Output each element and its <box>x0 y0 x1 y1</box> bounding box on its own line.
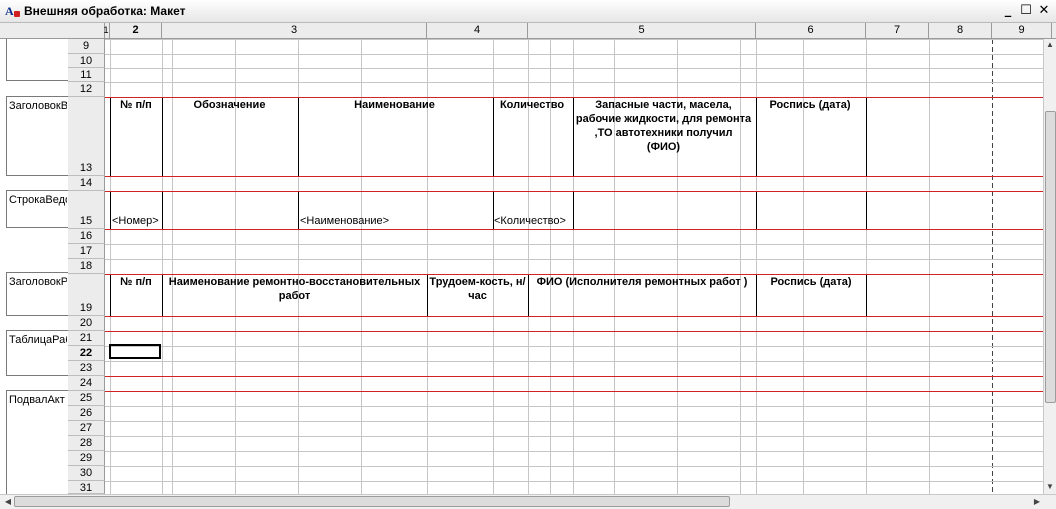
area-box-footer[interactable]: ПодвалАкт <box>6 390 68 494</box>
header2-labor[interactable]: Трудоем-кость, н/час <box>427 275 528 303</box>
row-header-11[interactable]: 11 <box>68 68 105 82</box>
scroll-left-icon[interactable]: ◀ <box>2 496 14 508</box>
vertical-scrollbar[interactable]: ▲ ▼ <box>1043 39 1056 494</box>
header1-name[interactable]: Наименование <box>297 98 492 112</box>
selected-cell[interactable] <box>109 344 161 359</box>
area-label-footer: ПодвалАкт <box>9 394 65 406</box>
vertical-scroll-thumb[interactable] <box>1045 111 1056 403</box>
area-label-header2: ЗаголовокР <box>9 276 67 288</box>
row-header-22[interactable]: 22 <box>68 346 105 361</box>
row15-name-placeholder[interactable]: <Наименование> <box>300 215 389 227</box>
row-header-23[interactable]: 23 <box>68 361 105 376</box>
column-header-1[interactable]: 1 <box>103 23 110 38</box>
row-header-26[interactable]: 26 <box>68 406 105 421</box>
row-header-31[interactable]: 31 <box>68 481 105 494</box>
scroll-right-icon[interactable]: ▶ <box>1031 496 1043 508</box>
row-header-19[interactable]: 19 <box>68 274 105 316</box>
header2-fio[interactable]: ФИО (Исполнителя ремонтных работ ) <box>528 275 756 289</box>
row-header-24[interactable]: 24 <box>68 376 105 391</box>
area-box-top <box>6 39 68 81</box>
column-header-3[interactable]: 3 <box>162 23 427 38</box>
row-header-30[interactable]: 30 <box>68 466 105 481</box>
row-header-21[interactable]: 21 <box>68 331 105 346</box>
horizontal-scrollbar[interactable]: ◀ ▶ <box>0 494 1056 509</box>
column-header-5[interactable]: 5 <box>528 23 756 38</box>
column-header: 1 2 3 4 5 6 7 8 9 <box>0 23 1056 39</box>
corner-cell[interactable] <box>0 23 105 38</box>
scroll-down-icon[interactable]: ▼ <box>1044 481 1056 493</box>
header1-qty[interactable]: Количество <box>492 98 572 112</box>
row-header-14[interactable]: 14 <box>68 176 105 191</box>
area-box-table[interactable]: ТаблицаРаб <box>6 330 68 376</box>
area-panel: ЗаголовокВ СтрокаВедо ЗаголовокР Таблица… <box>0 39 69 494</box>
spreadsheet-grid[interactable]: № п/п Обозначение Наименование Количеств… <box>105 39 1043 494</box>
maximize-button[interactable]: ☐ <box>1018 3 1034 19</box>
area-label-row: СтрокаВедо <box>9 194 67 206</box>
area-label-table: ТаблицаРаб <box>9 334 67 346</box>
row-header-16[interactable]: 16 <box>68 229 105 244</box>
row-header-28[interactable]: 28 <box>68 436 105 451</box>
column-header-9[interactable]: 9 <box>992 23 1052 38</box>
header1-parts[interactable]: Запасные части, масела, рабочие жидкости… <box>572 98 755 154</box>
minimize-button[interactable]: _ <box>1000 3 1016 19</box>
row15-num-placeholder[interactable]: <Номер> <box>112 215 159 227</box>
row-header-10[interactable]: 10 <box>68 54 105 68</box>
row-header-9[interactable]: 9 <box>68 39 105 54</box>
row-header-29[interactable]: 29 <box>68 451 105 466</box>
app-icon: A <box>5 4 20 18</box>
window-titlebar: A Внешняя обработка: Макет _ ☐ ✕ <box>0 0 1056 23</box>
column-header-7[interactable]: 7 <box>866 23 929 38</box>
header1-designation[interactable]: Обозначение <box>162 98 297 112</box>
column-header-2[interactable]: 2 <box>110 23 162 38</box>
column-header-6[interactable]: 6 <box>756 23 866 38</box>
scroll-up-icon[interactable]: ▲ <box>1044 39 1056 51</box>
area-box-header2[interactable]: ЗаголовокР <box>6 272 68 316</box>
window-title: Внешняя обработка: Макет <box>24 4 186 18</box>
row-header-12[interactable]: 12 <box>68 82 105 97</box>
row-header-27[interactable]: 27 <box>68 421 105 436</box>
row-header-15[interactable]: 15 <box>68 191 105 229</box>
header1-num[interactable]: № п/п <box>110 98 162 112</box>
row-header-13[interactable]: 13 <box>68 97 105 176</box>
horizontal-scroll-thumb[interactable] <box>14 496 730 507</box>
row-header-17[interactable]: 17 <box>68 244 105 259</box>
row-header-20[interactable]: 20 <box>68 316 105 331</box>
column-header-8[interactable]: 8 <box>929 23 992 38</box>
row-header-18[interactable]: 18 <box>68 259 105 274</box>
area-label-header1: ЗаголовокВ <box>9 100 67 112</box>
row-header-25[interactable]: 25 <box>68 391 105 406</box>
row15-qty-placeholder[interactable]: <Количество> <box>494 215 566 227</box>
column-header-4[interactable]: 4 <box>427 23 528 38</box>
header2-sign[interactable]: Роспись (дата) <box>756 275 866 289</box>
area-box-row[interactable]: СтрокаВедо <box>6 190 68 228</box>
header2-work[interactable]: Наименование ремонтно-восстановительных … <box>162 275 427 303</box>
area-box-header1[interactable]: ЗаголовокВ <box>6 96 68 176</box>
header1-sign[interactable]: Роспись (дата) <box>755 98 865 112</box>
header2-num[interactable]: № п/п <box>110 275 162 289</box>
close-button[interactable]: ✕ <box>1036 3 1052 19</box>
